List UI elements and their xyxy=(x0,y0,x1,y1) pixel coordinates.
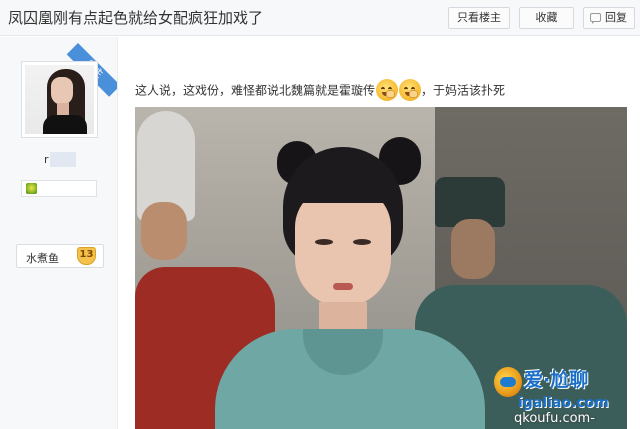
watermark-title: 爱·尬聊 xyxy=(524,369,589,391)
comment-icon xyxy=(590,13,601,24)
post-text-main: 这人说，这戏份，难怪都说北魏篇就是霍璇传 xyxy=(135,83,376,98)
post-title: 凤囚凰刚有点起色就给女配疯狂加戏了 xyxy=(8,9,264,27)
post-title-bar: 凤囚凰刚有点起色就给女配疯狂加戏了 只看楼主 收藏 回复 xyxy=(0,0,640,36)
site-watermark: 爱·尬聊 igaliao.com qkoufu.com- xyxy=(494,365,640,429)
watermark-url: qkoufu.com- xyxy=(514,411,595,426)
only-op-button[interactable]: 只看楼主 xyxy=(448,7,510,29)
post-text-tail: ，于妈活该扑死 xyxy=(421,83,506,98)
watermark-domain: igaliao.com xyxy=(518,395,609,411)
reply-button[interactable]: 回复 xyxy=(583,7,635,29)
level-shield-icon: 13 xyxy=(77,247,96,265)
author-sidebar: 楼主 r 水煮鱼 13 xyxy=(0,37,118,429)
post-body-text: 这人说，这戏份，难怪都说北魏篇就是霍璇传 ，于妈活该扑死 xyxy=(135,79,505,101)
laughing-crying-emoji-icon xyxy=(399,79,422,101)
laughing-crying-emoji-icon xyxy=(376,79,399,101)
watermark-logo-icon xyxy=(494,367,522,397)
member-badge-icon xyxy=(26,183,37,194)
reply-button-label: 回复 xyxy=(605,11,627,24)
avatar[interactable] xyxy=(25,65,94,134)
avatar-frame[interactable] xyxy=(21,61,98,138)
username[interactable]: r xyxy=(44,153,49,166)
fan-tag[interactable]: 水煮鱼 13 xyxy=(16,244,104,268)
fan-tag-level: 13 xyxy=(79,249,94,260)
favorite-button[interactable]: 收藏 xyxy=(519,7,574,29)
member-level-box[interactable] xyxy=(21,180,97,197)
fan-tag-label: 水煮鱼 xyxy=(26,252,59,265)
username-redaction xyxy=(50,152,76,167)
